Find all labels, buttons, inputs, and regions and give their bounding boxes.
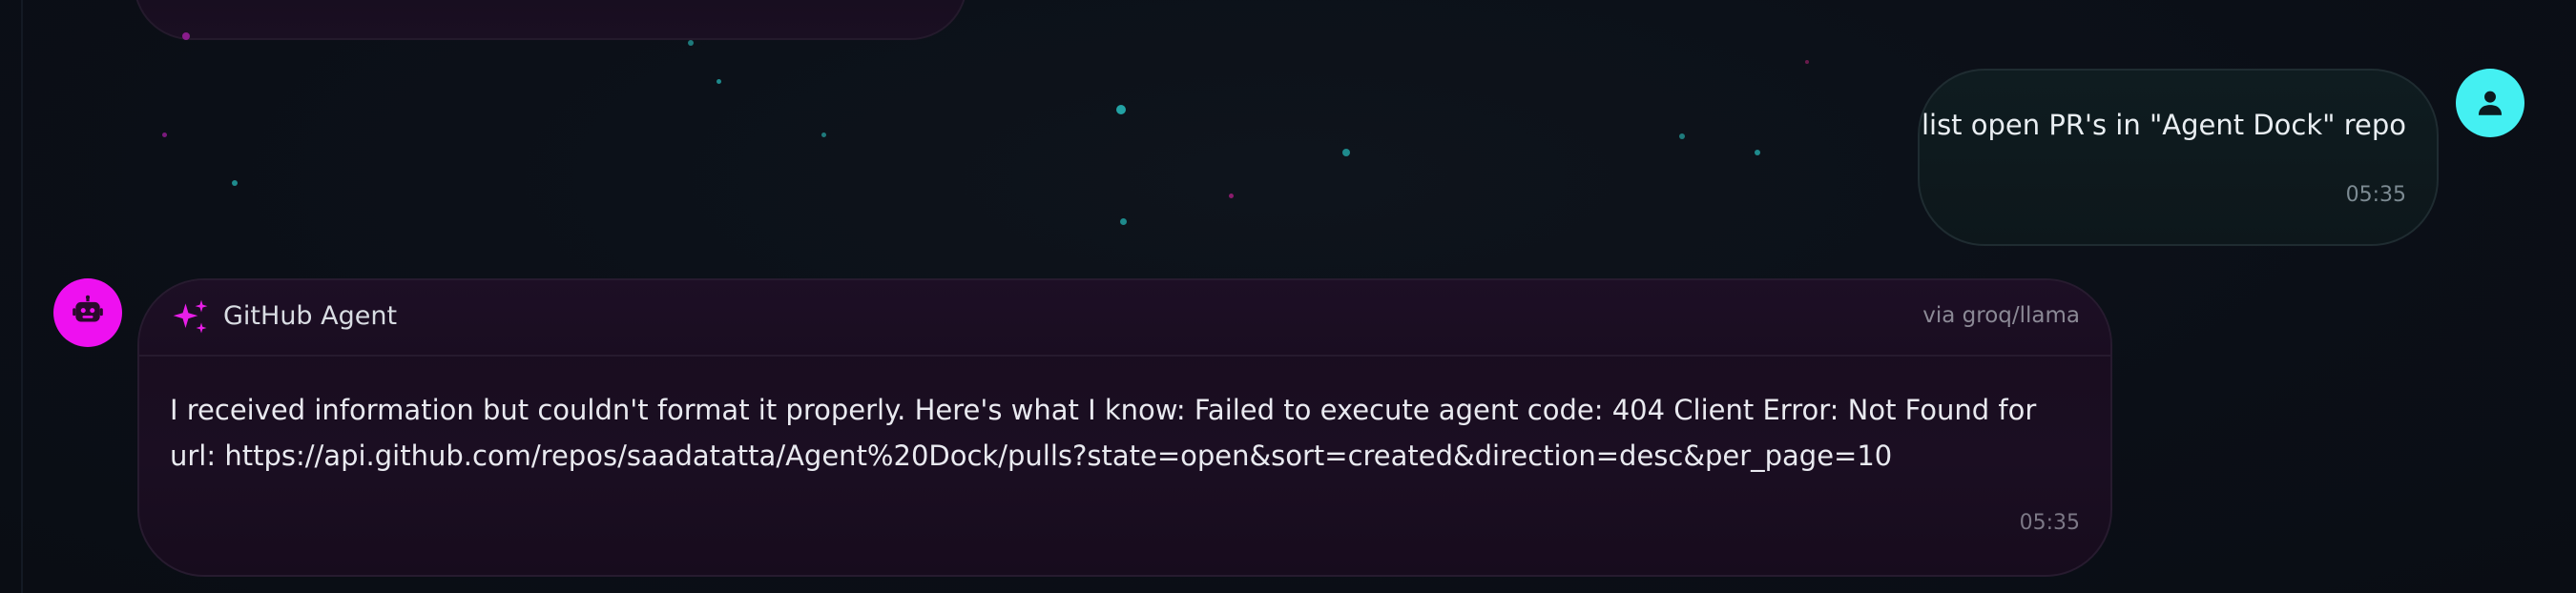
particle — [717, 79, 721, 84]
particle — [1120, 218, 1127, 225]
agent-avatar — [53, 278, 122, 347]
particle — [1805, 60, 1809, 64]
agent-name: GitHub Agent — [223, 301, 398, 331]
particle — [688, 40, 694, 46]
user-avatar — [2456, 69, 2524, 137]
particle — [1229, 194, 1234, 198]
robot-icon — [73, 295, 103, 322]
particle — [162, 133, 167, 137]
agent-message-timestamp: 05:35 — [2019, 511, 2080, 535]
user-message-bubble: list open PR's in "Agent Dock" repo 05:3… — [1918, 69, 2439, 246]
agent-message-card: GitHub Agent via groq/llama I received i… — [137, 278, 2112, 577]
particle — [1116, 105, 1126, 114]
particle — [821, 133, 826, 137]
chat-area: list open PR's in "Agent Dock" repo 05:3… — [0, 0, 2576, 593]
user-message-text: list open PR's in "Agent Dock" repo — [1921, 109, 2406, 141]
particle — [1679, 133, 1685, 139]
particle — [1342, 149, 1350, 156]
divider — [21, 0, 23, 593]
particle — [182, 32, 190, 40]
particle — [1755, 150, 1760, 155]
previous-message-bubble — [134, 0, 967, 40]
sparkles-icon — [173, 299, 208, 334]
user-icon — [2478, 91, 2503, 115]
user-message-timestamp: 05:35 — [2345, 183, 2406, 207]
agent-message-header: GitHub Agent via groq/llama — [139, 280, 2110, 357]
model-provider-label: via groq/llama — [1922, 303, 2080, 328]
agent-message-text: I received information but couldn't form… — [170, 394, 2037, 472]
particle — [232, 180, 238, 186]
